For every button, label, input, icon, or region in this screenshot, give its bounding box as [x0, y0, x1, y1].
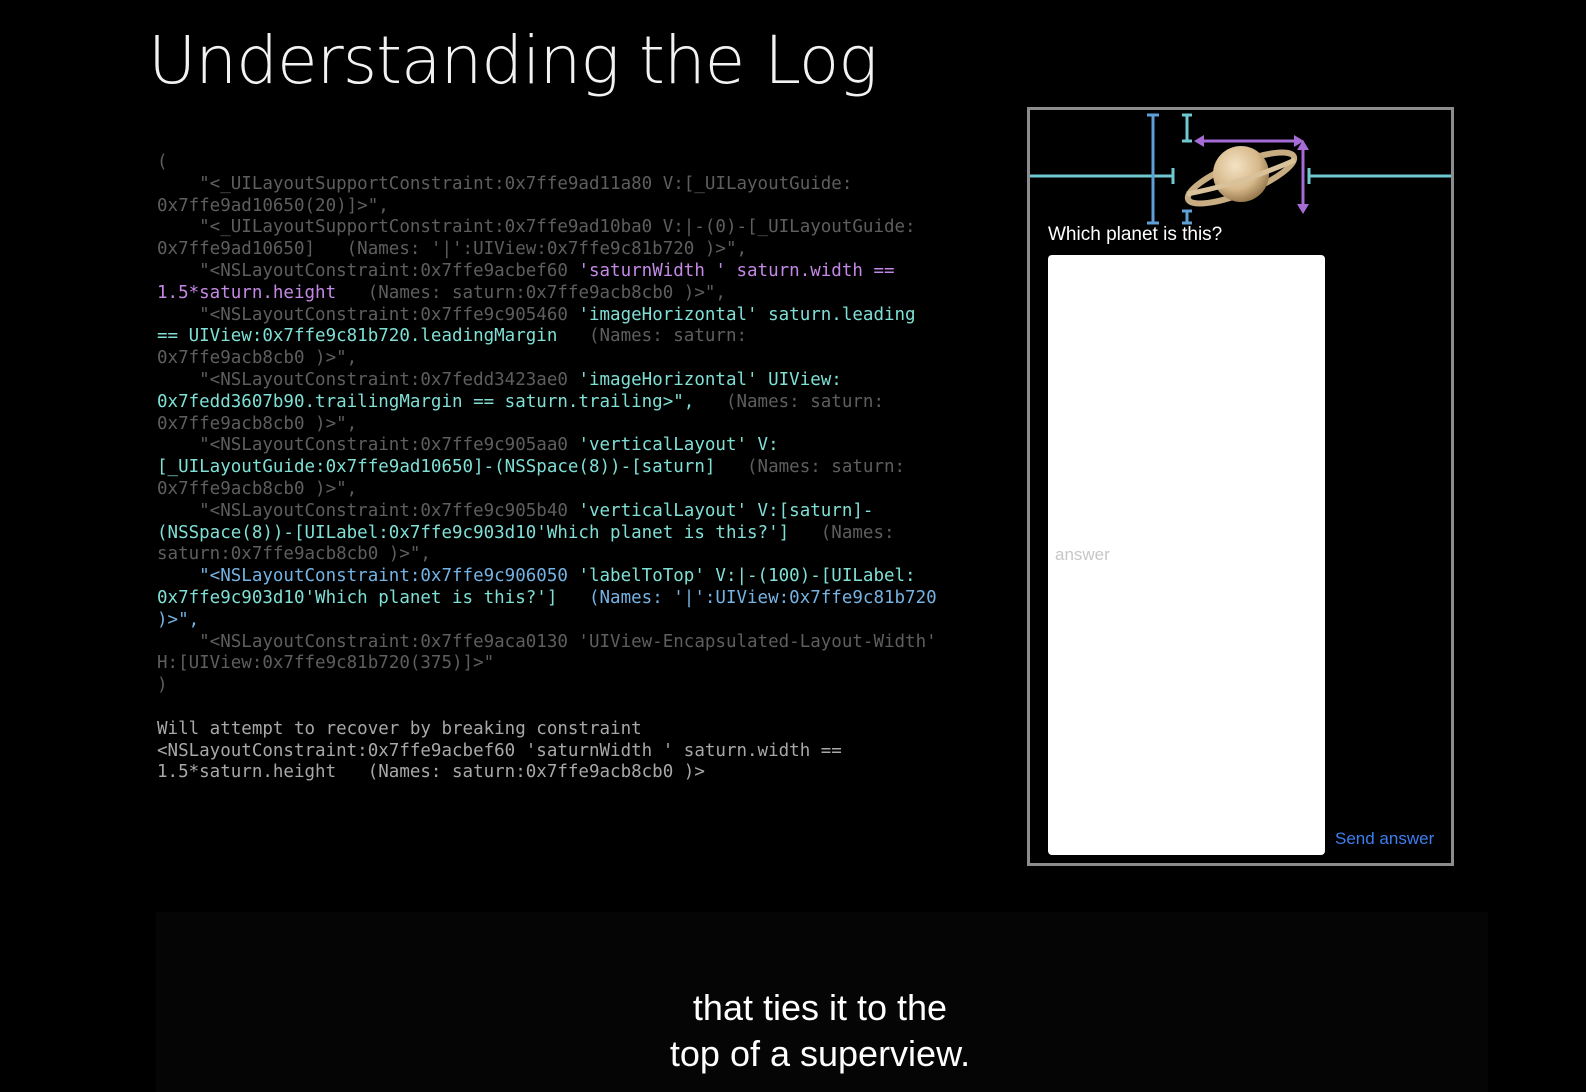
log-segment: 'verticalLayout' V:[saturn]- — [578, 500, 874, 521]
log-line: "<NSLayoutConstraint:0x7fedd3423ae0 'ima… — [157, 370, 1017, 392]
log-segment: 0x7ffe9ad10650(20)]>", — [157, 195, 389, 216]
log-line: == UIView:0x7ffe9c81b720.leadingMargin (… — [157, 326, 1017, 348]
log-segment: 'labelToTop' V:|-(100)-[UILabel: — [578, 566, 916, 587]
log-line: 1.5*saturn.height (Names: saturn:0x7ffe9… — [157, 762, 1017, 784]
log-line: 0x7ffe9acb8cb0 )>", — [157, 348, 1017, 370]
constraint-overlay — [1030, 113, 1451, 225]
log-segment: 'verticalLayout' V: — [578, 435, 779, 456]
log-line: "<NSLayoutConstraint:0x7ffe9c905aa0 'ver… — [157, 435, 1017, 457]
log-segment: "<_UILayoutSupportConstraint:0x7ffe9ad11… — [157, 173, 853, 194]
slide-title: Understanding the Log — [148, 22, 878, 99]
send-answer-button[interactable]: Send answer — [1335, 829, 1434, 849]
question-label: Which planet is this? — [1048, 224, 1223, 245]
log-segment: (Names: — [789, 522, 895, 543]
saturn-icon — [1184, 146, 1298, 207]
console-log: ( "<_UILayoutSupportConstraint:0x7ffe9ad… — [157, 152, 1017, 784]
log-segment: (Names: '|':UIView:0x7ffe9c81b720 — [557, 587, 937, 608]
log-segment: 0x7ffe9acb8cb0 )>", — [157, 348, 358, 369]
log-segment: H:[UIView:0x7ffe9c81b720(375)]>" — [157, 653, 495, 674]
log-line: 0x7ffe9c903d10'Which planet is this?'] (… — [157, 588, 1017, 610]
log-line: 0x7fedd3607b90.trailingMargin == saturn.… — [157, 392, 1017, 414]
log-line: "<NSLayoutConstraint:0x7ffe9acbef60 'sat… — [157, 261, 1017, 283]
log-segment: (NSSpace(8))-[UILabel:0x7ffe9c903d10'Whi… — [157, 522, 790, 543]
log-segment: [_UILayoutGuide:0x7ffe9ad10650]-(NSSpace… — [157, 457, 716, 478]
log-segment: "<NSLayoutConstraint:0x7ffe9c905aa0 — [157, 435, 579, 456]
log-line: 1.5*saturn.height (Names: saturn:0x7ffe9… — [157, 283, 1017, 305]
log-segment: 1.5*saturn.height — [157, 282, 337, 303]
log-segment: 0x7fedd3607b90.trailingMargin == saturn.… — [157, 391, 695, 412]
log-line: "<_UILayoutSupportConstraint:0x7ffe9ad10… — [157, 217, 1017, 239]
log-segment: 0x7ffe9acb8cb0 )>", — [157, 478, 358, 499]
log-segment: (Names: saturn:0x7ffe9acb8cb0 )>", — [336, 282, 726, 303]
log-segment: (Names: saturn: — [557, 326, 748, 347]
log-line: (NSSpace(8))-[UILabel:0x7ffe9c903d10'Whi… — [157, 523, 1017, 545]
log-line: "<_UILayoutSupportConstraint:0x7ffe9ad11… — [157, 174, 1017, 196]
log-line: "<NSLayoutConstraint:0x7ffe9c905b40 'ver… — [157, 501, 1017, 523]
log-line: 0x7ffe9acb8cb0 )>", — [157, 479, 1017, 501]
log-segment: ) — [157, 675, 168, 696]
log-line: "<NSLayoutConstraint:0x7ffe9c905460 'ima… — [157, 305, 1017, 327]
log-line: H:[UIView:0x7ffe9c81b720(375)]>" — [157, 653, 1017, 675]
device-preview: Which planet is this? answer Send answer — [1027, 107, 1454, 866]
log-segment: "<NSLayoutConstraint:0x7ffe9acbef60 — [157, 260, 579, 281]
log-segment: "<NSLayoutConstraint:0x7ffe9c906050 — [157, 566, 579, 587]
log-segment: "<NSLayoutConstraint:0x7ffe9c905460 — [157, 304, 579, 325]
log-segment: "<NSLayoutConstraint:0x7fedd3423ae0 — [157, 369, 579, 390]
log-segment: == UIView:0x7ffe9c81b720.leadingMargin — [157, 326, 558, 347]
log-segment: Will attempt to recover by breaking cons… — [157, 718, 642, 739]
log-segment: 0x7ffe9acb8cb0 )>", — [157, 413, 358, 434]
log-line: "<NSLayoutConstraint:0x7ffe9aca0130 'UIV… — [157, 632, 1017, 654]
log-segment: <NSLayoutConstraint:0x7ffe9acbef60 'satu… — [157, 740, 842, 761]
log-segment: 0x7ffe9c903d10'Which planet is this?'] — [157, 587, 558, 608]
log-segment: (Names: saturn: — [694, 391, 884, 412]
log-segment: )>", — [157, 609, 200, 630]
log-line: Will attempt to recover by breaking cons… — [157, 719, 1017, 741]
log-line: ) — [157, 675, 1017, 697]
log-line: ( — [157, 152, 1017, 174]
log-segment: 'imageHorizontal' UIView: — [578, 369, 842, 390]
log-segment: 1.5*saturn.height (Names: saturn:0x7ffe9… — [157, 762, 705, 783]
caption-line-2: top of a superview. — [669, 1033, 971, 1074]
answer-text-view[interactable]: answer — [1048, 255, 1325, 855]
log-line: <NSLayoutConstraint:0x7ffe9acbef60 'satu… — [157, 741, 1017, 763]
log-segment: saturn:0x7ffe9acb8cb0 )>", — [157, 544, 431, 565]
caption-line-1: that ties it to the — [692, 987, 948, 1028]
answer-placeholder: answer — [1055, 545, 1110, 564]
log-segment: "<NSLayoutConstraint:0x7ffe9c905b40 — [157, 500, 579, 521]
log-line: )>", — [157, 610, 1017, 632]
log-line: 0x7ffe9ad10650(20)]>", — [157, 196, 1017, 218]
log-segment: 'imageHorizontal' saturn.leading — [578, 304, 916, 325]
log-segment: "<NSLayoutConstraint:0x7ffe9aca0130 'UIV… — [157, 631, 937, 652]
log-line: 0x7ffe9acb8cb0 )>", — [157, 414, 1017, 436]
log-segment: "<_UILayoutSupportConstraint:0x7ffe9ad10… — [157, 217, 916, 238]
log-segment: ( — [157, 152, 168, 172]
log-line: saturn:0x7ffe9acb8cb0 )>", — [157, 544, 1017, 566]
log-segment: (Names: saturn: — [715, 457, 906, 478]
log-segment: 'saturnWidth ' saturn.width == — [578, 260, 895, 281]
log-segment: 0x7ffe9ad10650] (Names: '|':UIView:0x7ff… — [157, 239, 748, 260]
subtitle-caption: that ties it to the top of a superview. — [0, 985, 1586, 1077]
log-line: 0x7ffe9ad10650] (Names: '|':UIView:0x7ff… — [157, 239, 1017, 261]
log-line: "<NSLayoutConstraint:0x7ffe9c906050 'lab… — [157, 566, 1017, 588]
log-line: [_UILayoutGuide:0x7ffe9ad10650]-(NSSpace… — [157, 457, 1017, 479]
